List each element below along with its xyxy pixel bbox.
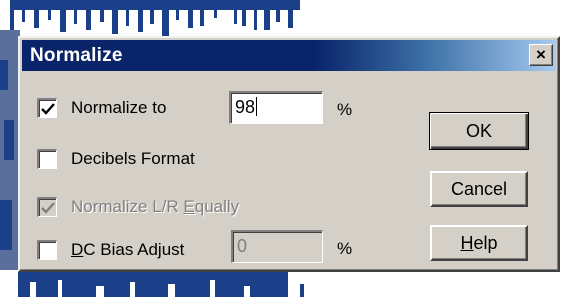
screen: Normalize × Normalize to 98 % Decibels F… [0,0,563,297]
dc-bias-adjust-value: 0 [237,236,248,256]
label-text: C Bias Adjust [83,240,185,259]
text-caret [256,97,258,116]
check-mark-icon [40,102,55,115]
normalize-to-value: 98 [235,97,256,117]
ok-button-label: OK [465,120,492,141]
normalize-lr-equally-label: Normalize L/R Equally [71,197,239,217]
cancel-button[interactable]: Cancel [430,171,528,207]
cancel-button-label: Cancel [450,178,508,199]
help-button[interactable]: Help [430,225,528,261]
dialog-title: Normalize [30,45,123,66]
ok-button[interactable]: OK [429,112,529,150]
dc-bias-adjust-label: DC Bias Adjust [71,240,184,260]
label-text: Normalize L/R [71,197,184,216]
close-button[interactable]: × [529,44,553,66]
help-button-label: Help [460,233,497,254]
dc-bias-adjust-row: DC Bias Adjust [37,237,184,263]
decibels-format-row: Decibels Format [37,146,195,172]
accelerator-key: D [71,240,84,259]
close-icon: × [536,45,546,64]
check-mark-icon [40,201,55,214]
normalize-to-input[interactable]: 98 [229,91,323,124]
normalize-to-label: Normalize to [71,98,167,117]
normalize-to-row: Normalize to [37,95,166,121]
normalize-to-unit: % [337,100,353,119]
normalize-lr-equally-checkbox[interactable] [37,197,57,217]
normalize-to-checkbox[interactable] [37,98,57,118]
decibels-format-label: Decibels Format [71,149,195,168]
title-bar[interactable]: Normalize × [22,40,556,71]
dc-bias-adjust-unit: % [337,239,353,258]
dc-bias-adjust-input[interactable]: 0 [231,230,323,263]
label-text: qually [194,197,240,216]
dc-bias-adjust-checkbox[interactable] [37,240,57,260]
normalize-dialog: Normalize × Normalize to 98 % Decibels F… [18,36,560,272]
normalize-lr-equally-row: Normalize L/R Equally [37,194,239,220]
accelerator-key: H [460,232,474,253]
accelerator-key: E [183,197,195,216]
decibels-format-checkbox[interactable] [37,149,57,169]
label-text: elp [473,232,498,253]
